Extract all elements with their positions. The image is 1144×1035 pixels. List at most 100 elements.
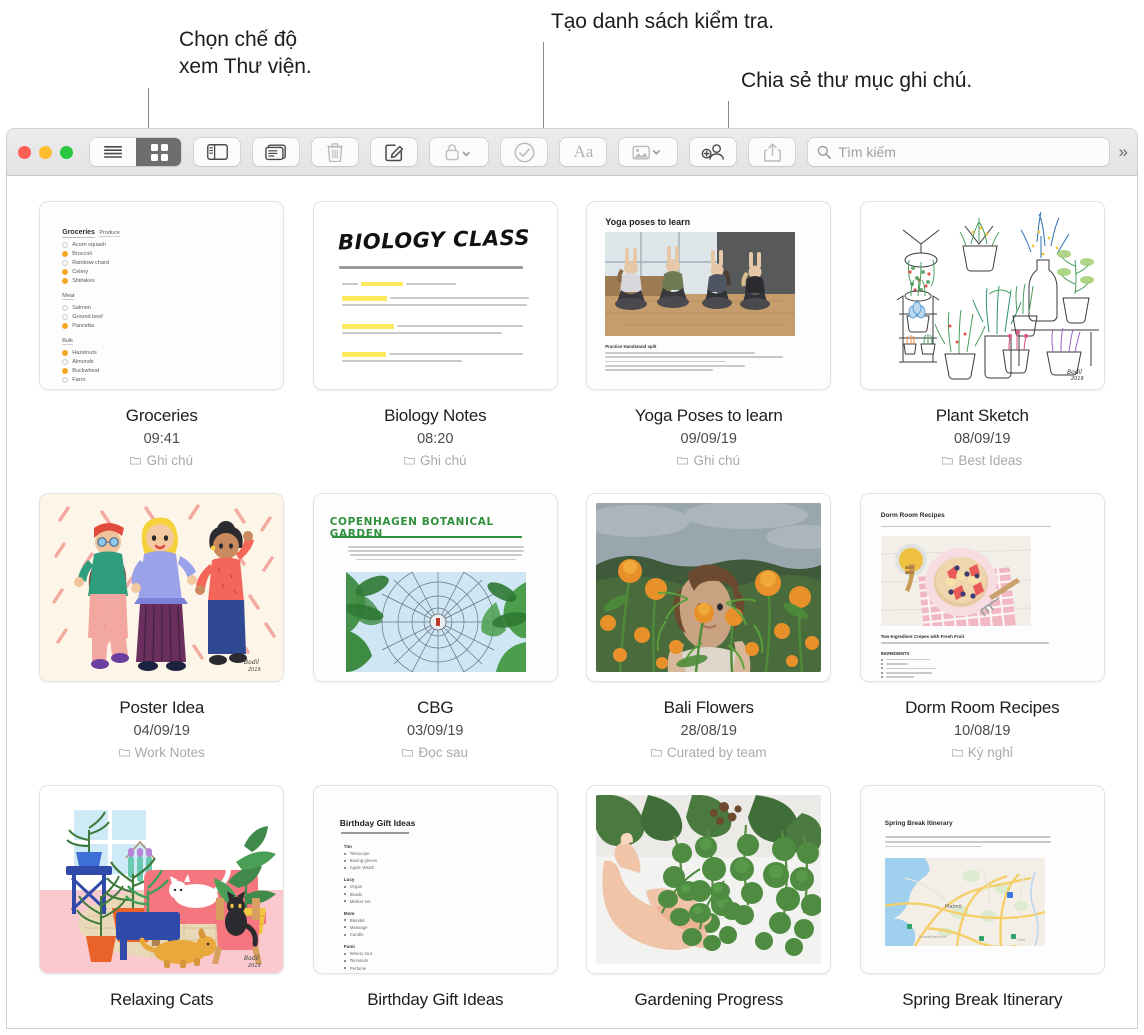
note-folder: Curated by team [650,745,767,760]
poster-art: Bodil 2019 [40,494,284,681]
note-card[interactable]: Dorm Room Recipes Two-Ingredient Crepes … [846,494,1120,760]
svg-text:2019: 2019 [1071,376,1084,382]
note-thumbnail[interactable]: Birthday Gift Ideas Tim Telescope Boxing… [313,786,557,973]
note-thumbnail[interactable]: Yoga poses to learn Practice Handstand s… [587,202,831,389]
yoga-art: Yoga poses to learn Practice Handstand s… [587,202,831,389]
toolbar: Aa Tìm kiếm » [7,129,1137,176]
lock-note-button[interactable] [430,138,489,166]
minimize-button[interactable] [39,145,52,159]
delete-button[interactable] [312,138,359,166]
notes-grid: Groceries Produce Acorn squash Broccoli … [7,176,1137,1010]
svg-text:Bunkeflostrand: Bunkeflostrand [919,935,946,939]
note-title: Birthday Gift Ideas [367,990,504,1009]
compose-button[interactable] [371,138,418,166]
search-placeholder: Tìm kiếm [838,144,896,160]
cbg-art: COPENHAGEN BOTANICAL GARDEN [313,494,557,681]
note-date: 04/09/19 [133,723,190,739]
note-card[interactable]: Gardening Progress [572,786,846,1010]
svg-text:Bodil: Bodil [244,659,259,666]
folder-icon [402,748,414,757]
attachments-button[interactable] [253,138,300,166]
note-thumbnail[interactable]: Spring Break Itinerary Malmö Bunkeflostr… [860,786,1104,973]
folder-icon [650,748,662,757]
note-card[interactable]: COPENHAGEN BOTANICAL GARDEN CBG 03/09/19… [299,494,573,760]
recipes-art: Dorm Room Recipes Two-Ingredient Crepes … [860,494,1104,681]
share-button[interactable] [749,138,796,166]
bali-art [587,494,831,681]
note-folder: Ghi chú [404,453,467,468]
note-card[interactable]: Yoga poses to learn Practice Handstand s… [572,202,846,468]
folder-icon [951,748,963,757]
gifts-art: Birthday Gift Ideas Tim Telescope Boxing… [313,786,557,973]
grid-view-button[interactable] [136,138,182,166]
groceries-art: Groceries Produce Acorn squash Broccoli … [40,202,284,389]
checklist-button[interactable] [501,138,548,166]
svg-text:2019: 2019 [248,667,261,673]
note-date: 08/09/19 [954,431,1011,447]
note-card[interactable]: Bodil 2019 Plant Sketch 08/09/19 Best Id… [846,202,1120,468]
toggle-sidebar-button[interactable] [194,138,241,166]
window-controls [18,145,73,159]
svg-text:Bodil: Bodil [244,955,259,962]
folder-icon [118,748,130,757]
callout-library-view: Chọn chế độ xem Thư viện. [179,28,312,79]
note-thumbnail[interactable] [587,786,831,973]
note-thumbnail[interactable]: Groceries Produce Acorn squash Broccoli … [40,202,284,389]
format-label: Aa [573,142,594,161]
search-field[interactable]: Tìm kiếm [808,138,1109,166]
note-title: Spring Break Itinerary [902,990,1063,1009]
folder-icon [404,456,415,465]
note-title: Biology Notes [384,406,487,425]
note-thumbnail[interactable]: COPENHAGEN BOTANICAL GARDEN [313,494,557,681]
notes-window: Aa Tìm kiếm » Groceries Produce Acorn sq… [6,128,1138,1029]
note-title: Dorm Room Recipes [905,698,1060,717]
media-button[interactable] [619,138,678,166]
view-mode-segmented-control [90,138,182,166]
note-folder: Đọc sau [402,745,468,760]
note-thumbnail[interactable]: Bodil 2019 [40,786,284,973]
note-title: Gardening Progress [634,990,784,1009]
note-date: 09:41 [143,431,180,447]
folder-icon [130,456,142,465]
svg-text:2019: 2019 [248,963,261,969]
note-thumbnail[interactable]: BIOLOGY CLASS [313,202,557,389]
note-card[interactable]: Groceries Produce Acorn squash Broccoli … [25,202,299,468]
note-thumbnail[interactable]: Bodil 2019 [40,494,284,681]
note-card[interactable]: Bodil 2019 Poster Idea 04/09/19 Work Not… [25,494,299,760]
svg-text:Bodil: Bodil [1067,369,1082,376]
list-view-button[interactable] [90,138,136,166]
note-title: Poster Idea [119,698,205,717]
toolbar-overflow-button[interactable]: » [1119,142,1129,162]
note-card[interactable]: Bali Flowers 28/08/19 Curated by team [572,494,846,760]
note-thumbnail[interactable]: Bodil 2019 [860,202,1104,389]
note-title: Relaxing Cats [110,990,214,1009]
note-card[interactable]: BIOLOGY CLASS Biology Notes 08:20 Ghi ch… [299,202,573,468]
share-folder-button[interactable] [690,138,737,166]
zoom-button[interactable] [60,145,73,159]
note-title: CBG [417,698,454,717]
search-icon [818,145,832,159]
note-thumbnail[interactable] [587,494,831,681]
note-card[interactable]: Spring Break Itinerary Malmö Bunkeflostr… [846,786,1120,1010]
callout-share-folder: Chia sẻ thư mục ghi chú. [741,69,973,92]
close-button[interactable] [18,145,31,159]
format-button[interactable]: Aa [560,138,607,166]
note-folder: Work Notes [118,745,205,760]
note-title: Plant Sketch [935,406,1029,425]
note-card[interactable]: Birthday Gift Ideas Tim Telescope Boxing… [299,786,573,1010]
note-folder: Ghi chú [130,453,193,468]
itinerary-art: Spring Break Itinerary Malmö Bunkeflostr… [860,786,1104,973]
note-card[interactable]: Bodil 2019 Relaxing Cats [25,786,299,1010]
callout-checklist: Tạo danh sách kiểm tra. [551,10,774,33]
folder-icon [942,456,954,465]
note-folder: Kỳ nghỉ [951,745,1013,760]
plant-sketch-art: Bodil 2019 [860,202,1104,389]
note-thumbnail[interactable]: Dorm Room Recipes Two-Ingredient Crepes … [860,494,1104,681]
note-date: 03/09/19 [407,723,464,739]
note-title: Yoga Poses to learn [634,406,783,425]
callout-leader-checklist [543,42,544,135]
note-date: 10/08/19 [954,723,1011,739]
folder-icon [677,456,689,465]
note-folder: Best Ideas [942,453,1022,468]
note-title: Bali Flowers [663,698,754,717]
